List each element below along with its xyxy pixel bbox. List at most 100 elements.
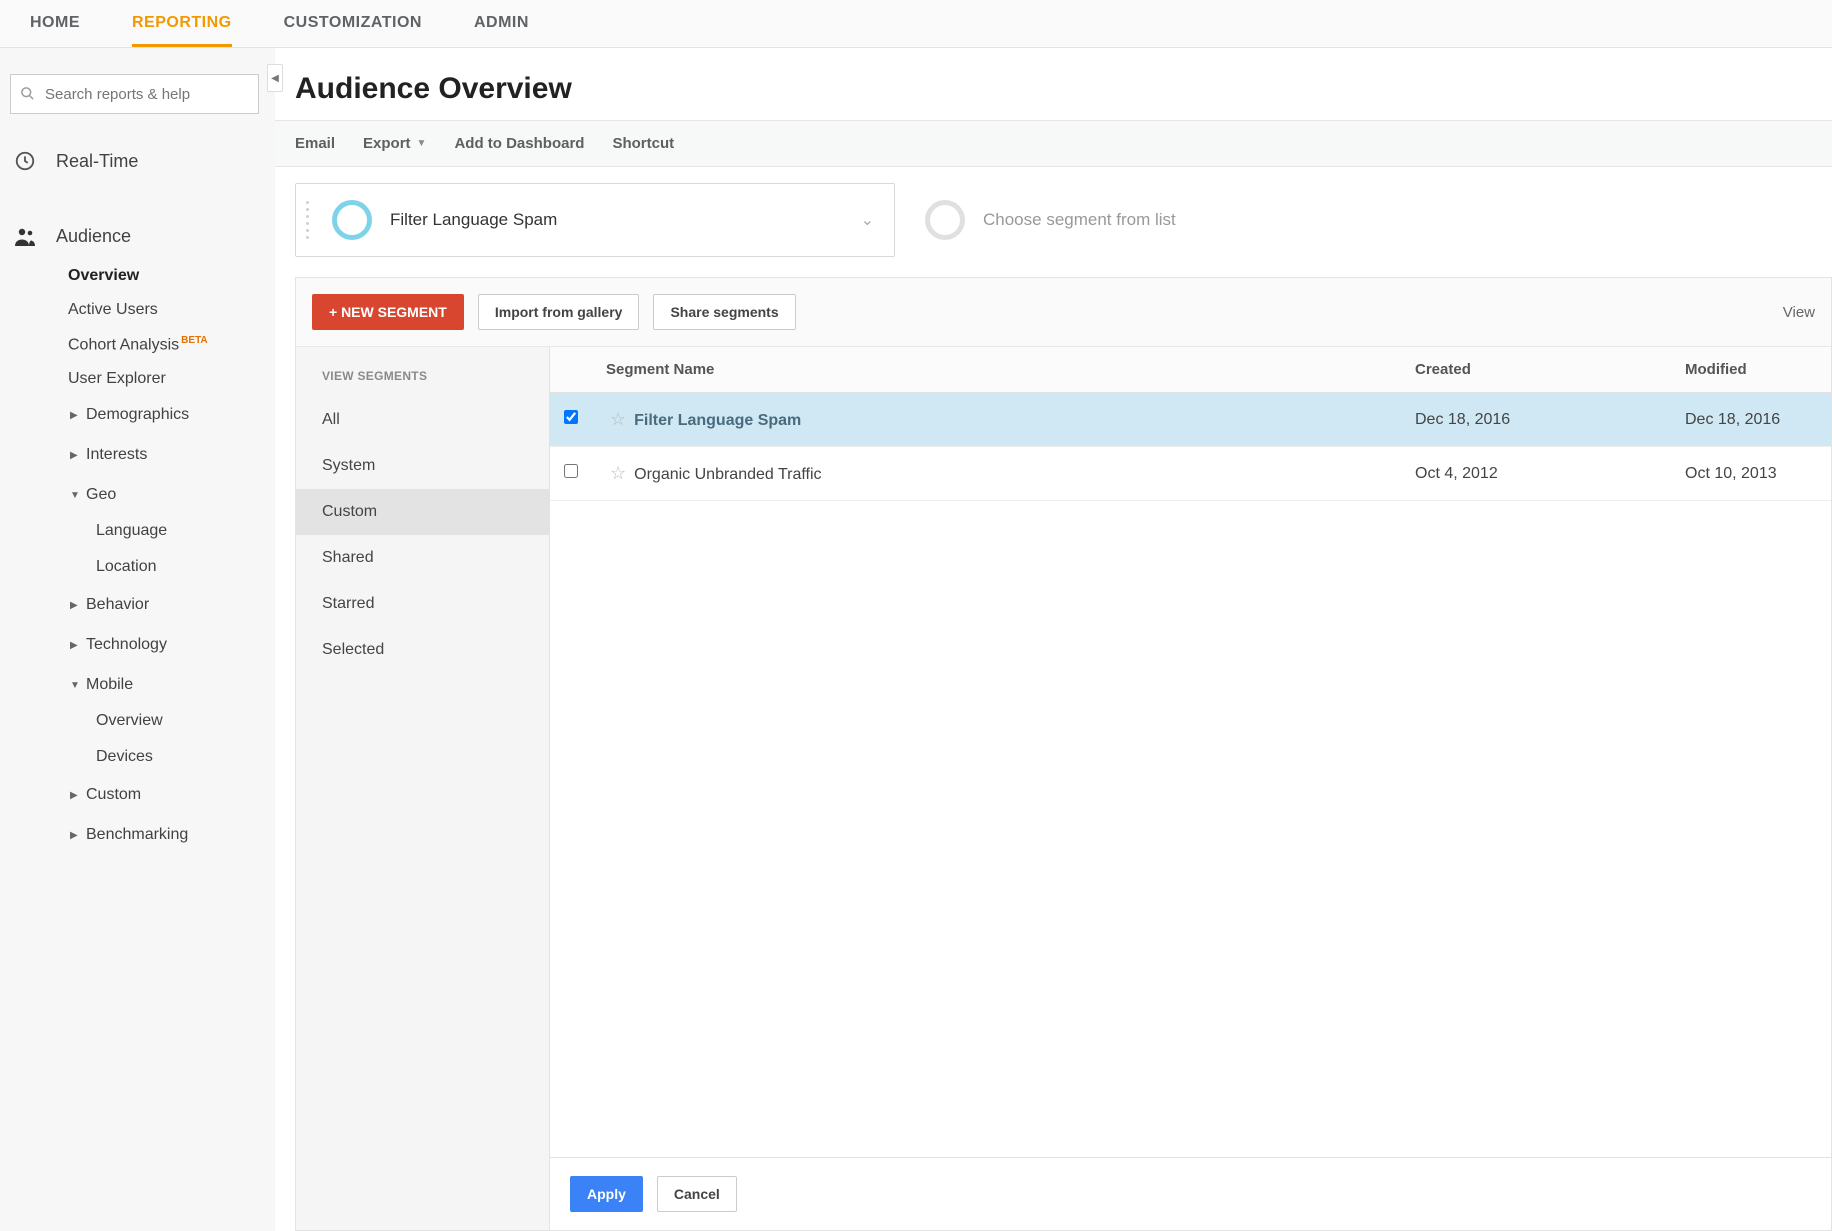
segments-side-selected[interactable]: Selected — [296, 627, 549, 673]
nav-reporting[interactable]: REPORTING — [132, 0, 232, 47]
drag-handle-icon[interactable] — [306, 201, 314, 239]
tree-mobile-devices[interactable]: Devices — [96, 748, 265, 766]
segment-modified-cell: Dec 18, 2016 — [1671, 393, 1831, 447]
new-segment-button[interactable]: + NEW SEGMENT — [312, 294, 464, 330]
tree-label: Demographics — [86, 406, 189, 424]
sidebar-item-realtime[interactable]: Real-Time — [4, 140, 265, 182]
page-title: Audience Overview — [295, 72, 1812, 106]
row-checkbox[interactable] — [564, 464, 578, 478]
sidebar-item-label: Cohort Analysis — [68, 336, 179, 353]
sidebar-item-cohort[interactable]: Cohort AnalysisBETA — [68, 335, 265, 354]
sidebar-item-label: Real-Time — [56, 151, 138, 172]
tree-mobile-overview[interactable]: Overview — [96, 712, 265, 730]
nav-customization[interactable]: CUSTOMIZATION — [284, 0, 422, 47]
segments-side-all[interactable]: All — [296, 397, 549, 443]
search-input[interactable] — [10, 74, 259, 114]
audience-sublist: Overview Active Users Cohort AnalysisBET… — [68, 267, 265, 388]
segment-name-cell: Organic Unbranded Traffic — [634, 466, 821, 483]
segments-footer: Apply Cancel — [550, 1157, 1831, 1230]
page-header: Audience Overview — [275, 48, 1832, 121]
caret-right-icon: ▶ — [70, 790, 80, 801]
segment-chip-placeholder[interactable]: Choose segment from list — [915, 183, 1335, 257]
apply-button[interactable]: Apply — [570, 1176, 643, 1212]
segments-side-starred[interactable]: Starred — [296, 581, 549, 627]
nav-home[interactable]: HOME — [30, 0, 80, 47]
caret-down-icon: ▼ — [70, 490, 80, 501]
table-row[interactable]: ☆Organic Unbranded Traffic Oct 4, 2012 O… — [550, 447, 1831, 501]
tree-geo[interactable]: ▼ Geo — [70, 486, 265, 504]
view-toggle[interactable]: View — [1783, 304, 1815, 321]
tree-mobile-children: Overview Devices — [96, 712, 265, 766]
caret-right-icon: ▶ — [70, 450, 80, 461]
sidebar-item-overview[interactable]: Overview — [68, 267, 265, 285]
segments-side-shared[interactable]: Shared — [296, 535, 549, 581]
toolbar-export[interactable]: Export ▼ — [363, 135, 426, 152]
caret-right-icon: ▶ — [70, 410, 80, 421]
tree-behavior[interactable]: ▶ Behavior — [70, 596, 265, 614]
segment-chip-label: Choose segment from list — [983, 210, 1176, 230]
tree-custom[interactable]: ▶Custom — [70, 786, 265, 804]
segments-panel: + NEW SEGMENT Import from gallery Share … — [295, 277, 1832, 1231]
segment-created-cell: Oct 4, 2012 — [1401, 447, 1671, 501]
table-row[interactable]: ☆ Filter Language Spam Dec 18, 2016 Dec 1… — [550, 393, 1831, 447]
caret-right-icon: ▶ — [70, 600, 80, 611]
tree-interests[interactable]: ▶ Interests — [70, 446, 265, 464]
col-segment-name[interactable]: Segment Name — [592, 347, 1401, 393]
donut-icon — [332, 200, 372, 240]
segments-table: Segment Name Created Modified ☆ Filter La… — [550, 347, 1831, 1230]
sidebar-item-user-explorer[interactable]: User Explorer — [68, 370, 265, 388]
share-segments-button[interactable]: Share segments — [653, 294, 795, 330]
tree-label: Behavior — [86, 596, 149, 614]
top-nav: HOME REPORTING CUSTOMIZATION ADMIN — [0, 0, 1832, 48]
col-created[interactable]: Created — [1401, 347, 1671, 393]
search-wrap — [10, 74, 259, 114]
col-modified[interactable]: Modified — [1671, 347, 1831, 393]
tree-label: Mobile — [86, 676, 133, 694]
cancel-button[interactable]: Cancel — [657, 1176, 737, 1212]
tree-label: Technology — [86, 636, 167, 654]
sidebar-collapse-button[interactable]: ◀ — [267, 64, 283, 92]
segment-chip-label: Filter Language Spam — [390, 210, 557, 230]
tree-mobile[interactable]: ▼Mobile — [70, 676, 265, 694]
segments-side-custom[interactable]: Custom — [296, 489, 549, 535]
tree-geo-language[interactable]: Language — [96, 522, 265, 540]
segment-chip-row: Filter Language Spam ⌄ Choose segment fr… — [275, 167, 1832, 277]
toolbar-shortcut[interactable]: Shortcut — [612, 135, 674, 152]
caret-down-icon: ▼ — [417, 138, 427, 149]
sidebar-item-audience[interactable]: Audience — [4, 216, 265, 257]
segments-actions: + NEW SEGMENT Import from gallery Share … — [296, 278, 1831, 347]
people-icon — [12, 227, 38, 247]
star-icon[interactable]: ☆ — [610, 409, 626, 429]
import-gallery-button[interactable]: Import from gallery — [478, 294, 640, 330]
sidebar-item-label: Audience — [56, 226, 131, 247]
toolbar-export-label: Export — [363, 135, 411, 152]
beta-badge: BETA — [181, 335, 207, 346]
tree-label: Geo — [86, 486, 116, 504]
toolbar: Email Export ▼ Add to Dashboard Shortcut — [275, 121, 1832, 167]
chevron-down-icon[interactable]: ⌄ — [861, 210, 874, 230]
segment-name-cell: Filter Language Spam — [634, 412, 801, 429]
nav-admin[interactable]: ADMIN — [474, 0, 529, 47]
audience-tree: ▶ Demographics ▶ Interests ▼ Geo Language L… — [70, 406, 265, 844]
tree-benchmarking[interactable]: ▶ Benchmarking — [70, 826, 265, 844]
clock-icon — [12, 150, 38, 172]
toolbar-add-dashboard[interactable]: Add to Dashboard — [454, 135, 584, 152]
caret-right-icon: ▶ — [70, 640, 80, 651]
row-checkbox[interactable] — [564, 410, 578, 424]
sidebar: ◀ Real-Time Audience Overview Active Use… — [0, 48, 275, 1231]
tree-geo-location[interactable]: Location — [96, 558, 265, 576]
main-content: Audience Overview Email Export ▼ Add to D… — [275, 48, 1832, 1231]
star-icon[interactable]: ☆ — [610, 463, 626, 483]
tree-demographics[interactable]: ▶ Demographics — [70, 406, 265, 424]
search-icon — [20, 86, 35, 101]
sidebar-item-active-users[interactable]: Active Users — [68, 301, 265, 319]
segment-chip-active[interactable]: Filter Language Spam ⌄ — [295, 183, 895, 257]
caret-right-icon: ▶ — [70, 830, 80, 841]
tree-label: Benchmarking — [86, 826, 188, 844]
segment-created-cell: Dec 18, 2016 — [1401, 393, 1671, 447]
tree-label: Interests — [86, 446, 147, 464]
tree-geo-children: Language Location — [96, 522, 265, 576]
segments-side-system[interactable]: System — [296, 443, 549, 489]
toolbar-email[interactable]: Email — [295, 135, 335, 152]
tree-technology[interactable]: ▶ Technology — [70, 636, 265, 654]
